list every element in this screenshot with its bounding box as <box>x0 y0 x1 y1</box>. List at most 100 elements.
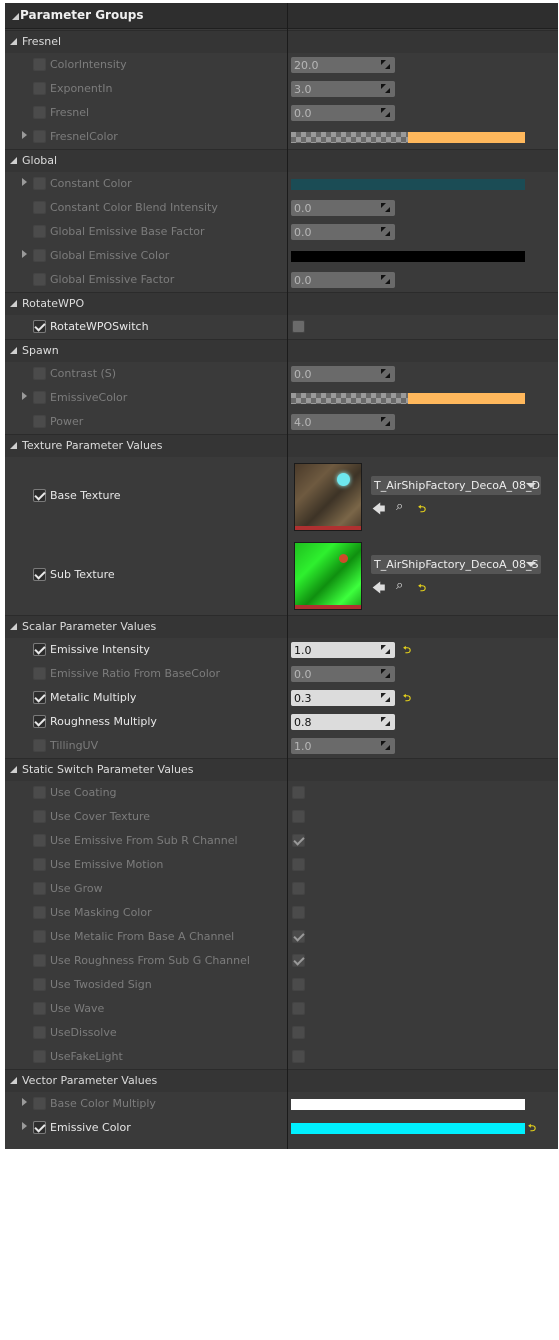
switch-value-checkbox[interactable] <box>292 1002 305 1015</box>
switch-value-checkbox[interactable] <box>292 1026 305 1039</box>
category-static-switch-parameter-values[interactable]: Static Switch Parameter Values <box>5 758 558 781</box>
override-checkbox[interactable] <box>33 739 46 752</box>
override-checkbox[interactable] <box>33 1050 46 1063</box>
parameter-groups-header[interactable]: Parameter Groups <box>5 3 558 29</box>
switch-value-checkbox[interactable] <box>292 930 305 943</box>
override-checkbox[interactable] <box>33 367 46 380</box>
switch-value-checkbox[interactable] <box>292 954 305 967</box>
override-checkbox[interactable] <box>33 858 46 871</box>
override-checkbox[interactable] <box>33 978 46 991</box>
switch-value-checkbox[interactable] <box>292 882 305 895</box>
override-checkbox[interactable] <box>33 1002 46 1015</box>
asset-picker-combo[interactable]: T_AirShipFactory_DecoA_08_S <box>371 555 541 574</box>
value-field[interactable]: 0.0 <box>291 105 395 121</box>
value-field[interactable]: 0.0 <box>291 366 395 382</box>
use-selected-asset-icon[interactable]: 🡄 <box>372 579 385 601</box>
override-checkbox[interactable] <box>33 930 46 943</box>
reset-to-default-icon[interactable]: ⮌ <box>403 691 411 708</box>
collapse-arrow-icon <box>10 38 17 45</box>
switch-value-checkbox[interactable] <box>292 1050 305 1063</box>
reset-to-default-icon[interactable]: ⮌ <box>528 1121 536 1138</box>
expand-arrow-icon[interactable] <box>22 250 27 258</box>
value-field[interactable]: 4.0 <box>291 414 395 430</box>
value-field[interactable]: 0.0 <box>291 224 395 240</box>
value-field[interactable]: 20.0 <box>291 57 395 73</box>
category-texture-parameter-values[interactable]: Texture Parameter Values <box>5 434 558 457</box>
color-swatch[interactable] <box>291 251 525 262</box>
expand-arrow-icon[interactable] <box>22 1122 27 1130</box>
override-checkbox[interactable] <box>33 82 46 95</box>
override-checkbox[interactable] <box>33 391 46 404</box>
value-field[interactable]: 3.0 <box>291 81 395 97</box>
texture-thumbnail[interactable] <box>294 463 362 531</box>
override-checkbox[interactable] <box>33 568 46 581</box>
override-checkbox[interactable] <box>33 320 46 333</box>
expand-arrow-icon[interactable] <box>22 1098 27 1106</box>
override-checkbox[interactable] <box>33 177 46 190</box>
switch-value-checkbox[interactable] <box>292 320 305 333</box>
reset-to-default-icon[interactable]: ⮌ <box>418 581 426 598</box>
param-label: Global Emissive Base Factor <box>50 225 205 238</box>
override-checkbox[interactable] <box>33 249 46 262</box>
override-checkbox[interactable] <box>33 882 46 895</box>
value-field[interactable]: 0.0 <box>291 272 395 288</box>
override-checkbox[interactable] <box>33 715 46 728</box>
override-checkbox[interactable] <box>33 415 46 428</box>
texture-detail <box>337 473 350 486</box>
value-field[interactable]: 0.0 <box>291 666 395 682</box>
alpha-preview[interactable] <box>291 132 408 143</box>
override-checkbox[interactable] <box>33 834 46 847</box>
color-swatch[interactable] <box>291 1099 525 1110</box>
alpha-preview[interactable] <box>291 393 408 404</box>
category-rotatewpo[interactable]: RotateWPO <box>5 292 558 315</box>
expand-arrow-icon[interactable] <box>22 131 27 139</box>
value-field[interactable]: 0.0 <box>291 200 395 216</box>
override-checkbox[interactable] <box>33 906 46 919</box>
override-checkbox[interactable] <box>33 273 46 286</box>
browse-asset-icon[interactable]: ⌕ <box>396 578 403 593</box>
override-checkbox[interactable] <box>33 1026 46 1039</box>
switch-value-checkbox[interactable] <box>292 786 305 799</box>
override-checkbox[interactable] <box>33 954 46 967</box>
switch-value-checkbox[interactable] <box>292 810 305 823</box>
override-checkbox[interactable] <box>33 786 46 799</box>
override-checkbox[interactable] <box>33 106 46 119</box>
override-checkbox[interactable] <box>33 130 46 143</box>
category-vector-parameter-values[interactable]: Vector Parameter Values <box>5 1069 558 1092</box>
switch-value-checkbox[interactable] <box>292 906 305 919</box>
override-checkbox[interactable] <box>33 489 46 502</box>
switch-value-checkbox[interactable] <box>292 978 305 991</box>
asset-picker-combo[interactable]: T_AirShipFactory_DecoA_08_D <box>371 476 541 495</box>
value-field[interactable]: 1.0 <box>291 738 395 754</box>
category-fresnel[interactable]: Fresnel <box>5 30 558 53</box>
expand-arrow-icon[interactable] <box>22 392 27 400</box>
reset-to-default-icon[interactable]: ⮌ <box>418 502 426 519</box>
category-spawn[interactable]: Spawn <box>5 339 558 362</box>
value-field[interactable]: 1.0 <box>291 642 395 658</box>
expand-arrow-icon[interactable] <box>22 178 27 186</box>
override-checkbox[interactable] <box>33 667 46 680</box>
override-checkbox[interactable] <box>33 810 46 823</box>
switch-value-checkbox[interactable] <box>292 858 305 871</box>
color-swatch[interactable] <box>291 1123 525 1134</box>
column-divider[interactable] <box>287 3 288 1149</box>
reset-to-default-icon[interactable]: ⮌ <box>403 643 411 660</box>
value-field[interactable]: 0.8 <box>291 714 395 730</box>
category-global[interactable]: Global <box>5 149 558 172</box>
browse-asset-icon[interactable]: ⌕ <box>396 499 403 514</box>
color-swatch[interactable] <box>291 179 525 190</box>
override-checkbox[interactable] <box>33 201 46 214</box>
value-field[interactable]: 0.3 <box>291 690 395 706</box>
switch-value-checkbox[interactable] <box>292 834 305 847</box>
override-checkbox[interactable] <box>33 225 46 238</box>
color-swatch[interactable] <box>408 393 525 404</box>
override-checkbox[interactable] <box>33 691 46 704</box>
override-checkbox[interactable] <box>33 643 46 656</box>
override-checkbox[interactable] <box>33 1097 46 1110</box>
category-scalar-parameter-values[interactable]: Scalar Parameter Values <box>5 615 558 638</box>
use-selected-asset-icon[interactable]: 🡄 <box>372 500 385 522</box>
texture-thumbnail[interactable] <box>294 542 362 610</box>
color-swatch[interactable] <box>408 132 525 143</box>
override-checkbox[interactable] <box>33 58 46 71</box>
override-checkbox[interactable] <box>33 1121 46 1134</box>
